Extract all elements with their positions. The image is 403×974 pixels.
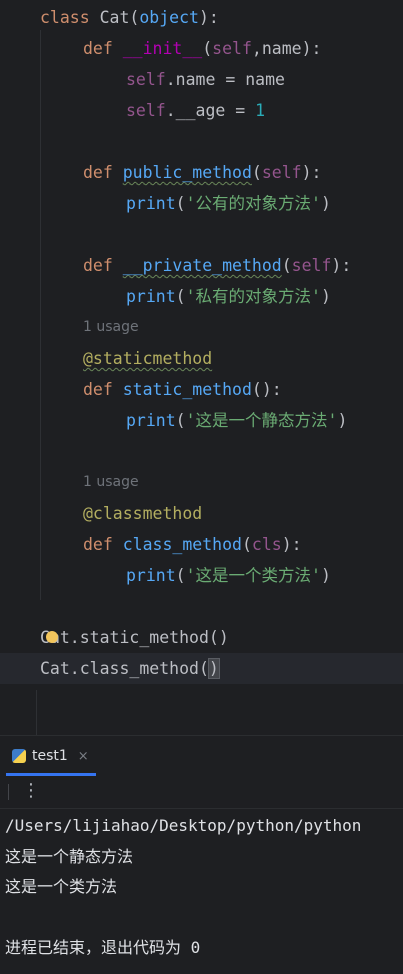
paren: ( bbox=[175, 194, 186, 213]
paren: ( bbox=[175, 411, 186, 430]
string-literal: '私有的对象方法' bbox=[185, 287, 321, 306]
python-icon bbox=[12, 749, 26, 763]
code-text: Cat.class_method( bbox=[40, 659, 209, 678]
console-output-line: 这是一个静态方法 bbox=[5, 847, 134, 866]
code-text: .name = name bbox=[165, 70, 285, 89]
decorator: @classmethod bbox=[83, 504, 203, 523]
paren: ( bbox=[175, 287, 186, 306]
code-editor[interactable]: class Cat(object): def __init__(self,nam… bbox=[0, 0, 403, 735]
method-name: static_method bbox=[122, 380, 252, 399]
code-line[interactable]: print('这是一个静态方法') bbox=[126, 408, 347, 434]
code-line[interactable]: self.__age = 1 bbox=[126, 98, 265, 124]
paren: ) bbox=[320, 194, 331, 213]
method-name: __private_method bbox=[122, 256, 282, 275]
code-text: (): bbox=[251, 380, 282, 399]
string-literal: '这是一个类方法' bbox=[185, 566, 321, 585]
paren: ): bbox=[331, 256, 352, 275]
builtin-print: print bbox=[126, 566, 176, 585]
code-line-class-def[interactable]: class Cat(object): bbox=[40, 5, 219, 31]
string-literal: '这是一个静态方法' bbox=[185, 411, 338, 430]
builtin-print: print bbox=[126, 194, 176, 213]
code-line-static-call[interactable]: Cat.static_method() bbox=[40, 625, 229, 651]
console-output[interactable]: /Users/lijiahao/Desktop/python/python 这是… bbox=[0, 809, 403, 974]
paren: ): bbox=[301, 39, 322, 58]
run-toolbar: ⋮ bbox=[0, 776, 403, 809]
paren: ) bbox=[320, 566, 331, 585]
paren: ( bbox=[129, 8, 140, 27]
code-text: .__age = bbox=[165, 101, 256, 120]
indent-guide bbox=[40, 30, 41, 600]
code-line[interactable]: print('这是一个类方法') bbox=[126, 563, 331, 589]
param: name bbox=[261, 39, 302, 58]
indent-guide bbox=[36, 690, 37, 735]
paren: ( bbox=[281, 256, 292, 275]
self-param: self bbox=[261, 163, 302, 182]
code-line-public-method[interactable]: def public_method(self): bbox=[83, 160, 321, 186]
code-line-decorator[interactable]: @staticmethod bbox=[83, 346, 212, 372]
paren: ): bbox=[281, 535, 302, 554]
more-options-icon[interactable]: ⋮ bbox=[22, 780, 40, 801]
method-name: __init__ bbox=[122, 39, 203, 58]
keyword: def bbox=[83, 535, 113, 554]
self-ref: self bbox=[126, 101, 166, 120]
code-text: at.static_method() bbox=[49, 628, 229, 647]
code-line-init[interactable]: def __init__(self,name): bbox=[83, 36, 321, 62]
tab-test1[interactable]: test1 × bbox=[12, 746, 89, 766]
paren: ) bbox=[337, 411, 348, 430]
code-line[interactable]: self.name = name bbox=[126, 67, 285, 93]
code-line-class-method[interactable]: def class_method(cls): bbox=[83, 532, 302, 558]
keyword: def bbox=[83, 256, 113, 275]
keyword: def bbox=[83, 163, 113, 182]
paren: ( bbox=[251, 163, 262, 182]
method-name: public_method bbox=[122, 163, 252, 182]
code-line-static-method[interactable]: def static_method(): bbox=[83, 377, 282, 403]
paren: ): bbox=[198, 8, 219, 27]
self-param: self bbox=[212, 39, 252, 58]
code-line[interactable]: print('公有的对象方法') bbox=[126, 191, 331, 217]
paren: ( bbox=[175, 566, 186, 585]
code-line[interactable]: print('私有的对象方法') bbox=[126, 284, 331, 310]
console-exit-line: 进程已结束，退出代码为 0 bbox=[5, 938, 201, 957]
usage-hint[interactable]: 1 usage bbox=[83, 474, 139, 490]
self-param: self bbox=[291, 256, 332, 275]
toolbar-divider bbox=[8, 784, 9, 800]
matched-brace: ) bbox=[207, 658, 220, 679]
usage-hint[interactable]: 1 usage bbox=[83, 319, 139, 335]
builtin-print: print bbox=[126, 411, 176, 430]
keyword: def bbox=[83, 380, 113, 399]
keyword: class bbox=[40, 8, 90, 27]
code-line-private-method[interactable]: def __private_method(self): bbox=[83, 253, 351, 279]
paren: ) bbox=[320, 287, 331, 306]
base-class: object bbox=[139, 8, 199, 27]
paren: ( bbox=[241, 535, 252, 554]
decorator: @staticmethod bbox=[83, 349, 213, 368]
comma: , bbox=[251, 39, 262, 58]
self-ref: self bbox=[126, 70, 166, 89]
lightbulb-icon[interactable] bbox=[45, 630, 58, 643]
tab-label: test1 bbox=[32, 748, 68, 764]
string-literal: '公有的对象方法' bbox=[185, 194, 321, 213]
method-name: class_method bbox=[122, 535, 242, 554]
run-panel-tabs: test1 × bbox=[0, 735, 403, 776]
number-literal: 1 bbox=[255, 101, 266, 120]
class-name: Cat bbox=[99, 8, 130, 27]
code-line-class-call[interactable]: Cat.class_method() bbox=[40, 656, 220, 682]
paren: ): bbox=[301, 163, 322, 182]
console-output-line: 这是一个类方法 bbox=[5, 877, 118, 896]
close-icon[interactable]: × bbox=[78, 749, 89, 764]
console-command-line: /Users/lijiahao/Desktop/python/python bbox=[5, 816, 362, 835]
cls-param: cls bbox=[251, 535, 282, 554]
paren: ( bbox=[202, 39, 213, 58]
builtin-print: print bbox=[126, 287, 176, 306]
keyword: def bbox=[83, 39, 113, 58]
code-line-decorator[interactable]: @classmethod bbox=[83, 501, 202, 527]
